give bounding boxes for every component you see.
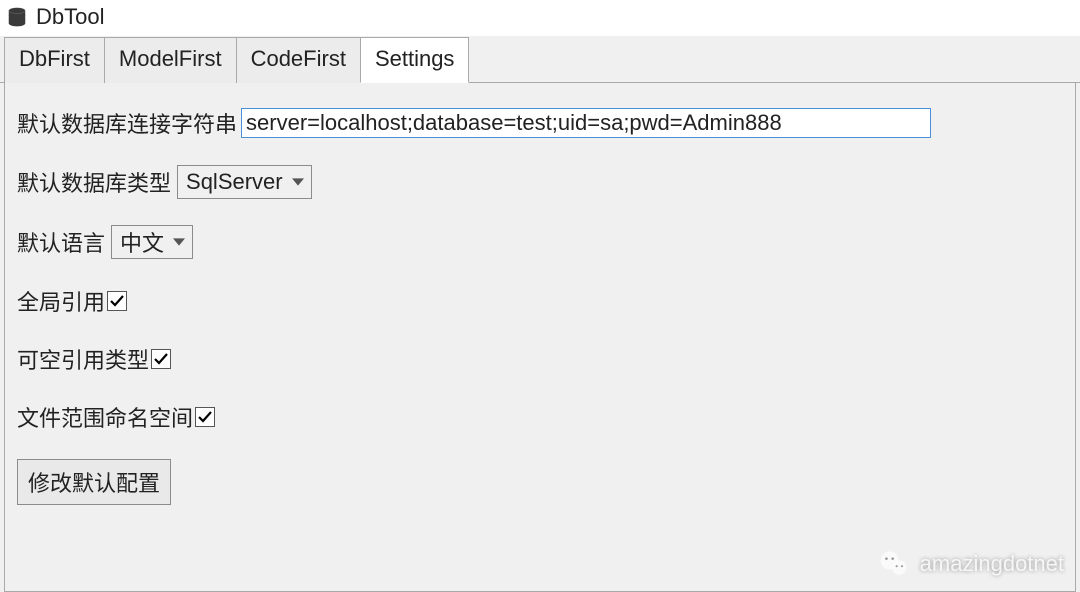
row-global-reference: 全局引用 — [17, 285, 1063, 317]
connection-string-label: 默认数据库连接字符串 — [17, 107, 237, 139]
chevron-down-icon — [172, 235, 186, 249]
check-icon — [197, 409, 213, 425]
file-scoped-namespace-label: 文件范围命名空间 — [17, 401, 193, 433]
chevron-down-icon — [291, 175, 305, 189]
tab-label: ModelFirst — [119, 46, 222, 71]
row-nullable-reference: 可空引用类型 — [17, 343, 1063, 375]
row-language: 默认语言 中文 — [17, 225, 1063, 259]
db-type-value: SqlServer — [186, 169, 283, 195]
tabstrip: DbFirst ModelFirst CodeFirst Settings — [0, 36, 1080, 83]
settings-panel: 默认数据库连接字符串 默认数据库类型 SqlServer 默认语言 中文 全局引 — [4, 83, 1076, 592]
global-reference-label: 全局引用 — [17, 285, 105, 317]
tab-settings[interactable]: Settings — [360, 37, 470, 83]
titlebar: DbTool — [0, 0, 1080, 36]
row-db-type: 默认数据库类型 SqlServer — [17, 165, 1063, 199]
app-title: DbTool — [36, 4, 104, 30]
db-type-select[interactable]: SqlServer — [177, 165, 312, 199]
language-value: 中文 — [120, 226, 164, 258]
tab-dbfirst[interactable]: DbFirst — [4, 37, 105, 83]
row-save: 修改默认配置 — [17, 459, 1063, 505]
tab-codefirst[interactable]: CodeFirst — [236, 37, 361, 83]
app-root: DbTool DbFirst ModelFirst CodeFirst Sett… — [0, 0, 1080, 592]
language-select[interactable]: 中文 — [111, 225, 193, 259]
save-settings-button-label: 修改默认配置 — [28, 471, 160, 496]
nullable-reference-label: 可空引用类型 — [17, 343, 149, 375]
save-settings-button[interactable]: 修改默认配置 — [17, 459, 171, 505]
tab-label: Settings — [375, 46, 455, 71]
global-reference-checkbox[interactable] — [107, 291, 127, 311]
tab-label: CodeFirst — [251, 46, 346, 71]
database-icon — [6, 6, 28, 28]
row-connection-string: 默认数据库连接字符串 — [17, 107, 1063, 139]
db-type-label: 默认数据库类型 — [17, 166, 171, 198]
file-scoped-namespace-checkbox[interactable] — [195, 407, 215, 427]
row-file-scoped-namespace: 文件范围命名空间 — [17, 401, 1063, 433]
language-label: 默认语言 — [17, 226, 105, 258]
check-icon — [153, 351, 169, 367]
nullable-reference-checkbox[interactable] — [151, 349, 171, 369]
tab-label: DbFirst — [19, 46, 90, 71]
check-icon — [109, 293, 125, 309]
connection-string-input[interactable] — [241, 108, 931, 138]
tab-modelfirst[interactable]: ModelFirst — [104, 37, 237, 83]
